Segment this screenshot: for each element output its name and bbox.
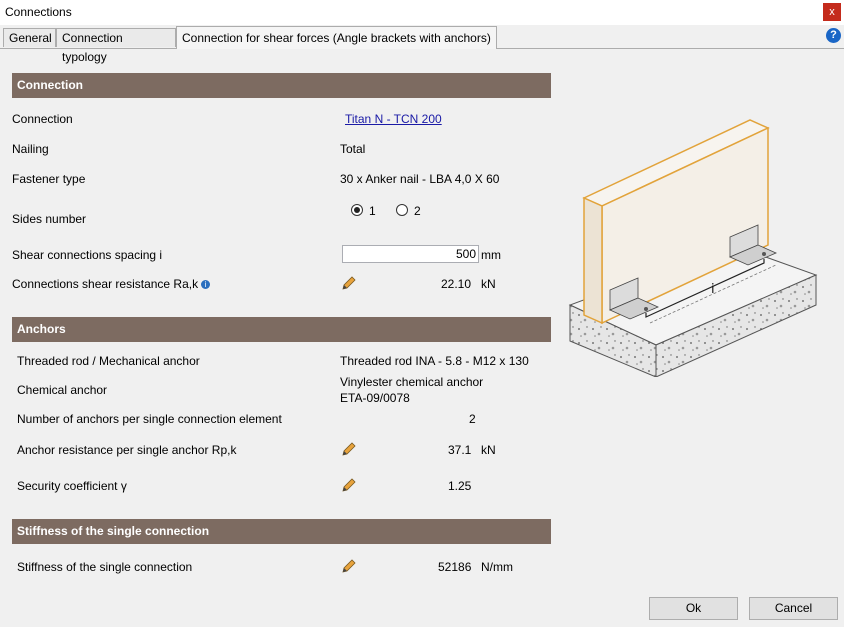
close-button[interactable]: x	[823, 3, 841, 21]
pencil-icon[interactable]	[340, 274, 358, 292]
stiffness-label: Stiffness of the single connection	[17, 560, 193, 574]
connection-label: Connection	[12, 112, 73, 126]
tab-shear-connection[interactable]: Connection for shear forces (Angle brack…	[176, 26, 497, 49]
security-coefficient-label: Security coefficient γ	[17, 479, 127, 493]
connection-link[interactable]: Titan N - TCN 200	[345, 112, 442, 126]
window-title: Connections	[5, 5, 72, 19]
pencil-icon[interactable]	[340, 440, 358, 458]
nailing-label: Nailing	[12, 142, 49, 156]
anchor-count-label: Number of anchors per single connection …	[17, 412, 282, 426]
stiffness-section-header: Stiffness of the single connection	[12, 519, 551, 544]
tab-strip: General Connection typology Connection f…	[0, 25, 844, 64]
chemical-anchor-value-line1: Vinylester chemical anchor	[340, 375, 484, 389]
sides-radio-2[interactable]	[396, 204, 408, 216]
ok-button[interactable]: Ok	[649, 597, 738, 620]
spacing-input[interactable]	[342, 245, 479, 263]
sides-radio-1[interactable]	[351, 204, 363, 216]
threaded-rod-label: Threaded rod / Mechanical anchor	[17, 354, 200, 368]
security-coefficient-value: 1.25	[448, 479, 472, 493]
shear-resistance-label: Connections shear resistance Ra,k i	[12, 277, 211, 291]
spacing-unit: mm	[481, 248, 501, 262]
anchor-resistance-label: Anchor resistance per single anchor Rp,k	[17, 443, 237, 457]
chemical-anchor-value-line2: ETA-09/0078	[340, 391, 410, 405]
stiffness-unit: N/mm	[481, 560, 513, 574]
stiffness-value: 52186	[438, 560, 472, 574]
anchor-count-value: 2	[469, 412, 476, 426]
fastener-type-value: 30 x Anker nail - LBA 4,0 X 60	[340, 172, 500, 186]
anchors-section-header: Anchors	[12, 317, 551, 342]
tab-general[interactable]: General	[3, 28, 56, 47]
sides-option-2-label: 2	[414, 204, 421, 218]
title-bar: Connections x	[0, 0, 844, 25]
cancel-button[interactable]: Cancel	[749, 597, 838, 620]
pencil-icon[interactable]	[340, 476, 358, 494]
shear-resistance-label-text: Connections shear resistance Ra,k	[12, 277, 199, 291]
pencil-icon[interactable]	[340, 557, 358, 575]
sides-number-label: Sides number	[12, 212, 87, 226]
chemical-anchor-label: Chemical anchor	[17, 383, 108, 397]
fastener-type-label: Fastener type	[12, 172, 86, 186]
spacing-dimension-label: i	[711, 282, 715, 297]
info-icon[interactable]: i	[201, 280, 211, 289]
tab-connection-typology[interactable]: Connection typology	[56, 28, 176, 64]
spacing-label: Shear connections spacing i	[12, 248, 163, 262]
anchor-resistance-unit: kN	[481, 443, 496, 457]
nailing-value: Total	[340, 142, 366, 156]
connection-illustration: i	[568, 119, 818, 377]
sides-option-1-label: 1	[369, 204, 376, 218]
shear-resistance-value: 22.10	[441, 277, 472, 291]
threaded-rod-value: Threaded rod INA - 5.8 - M12 x 130	[340, 354, 529, 368]
connection-section-header: Connection	[12, 73, 551, 98]
shear-resistance-unit: kN	[481, 277, 496, 291]
help-icon[interactable]: ?	[826, 28, 841, 43]
anchor-resistance-value: 37.1	[448, 443, 472, 457]
